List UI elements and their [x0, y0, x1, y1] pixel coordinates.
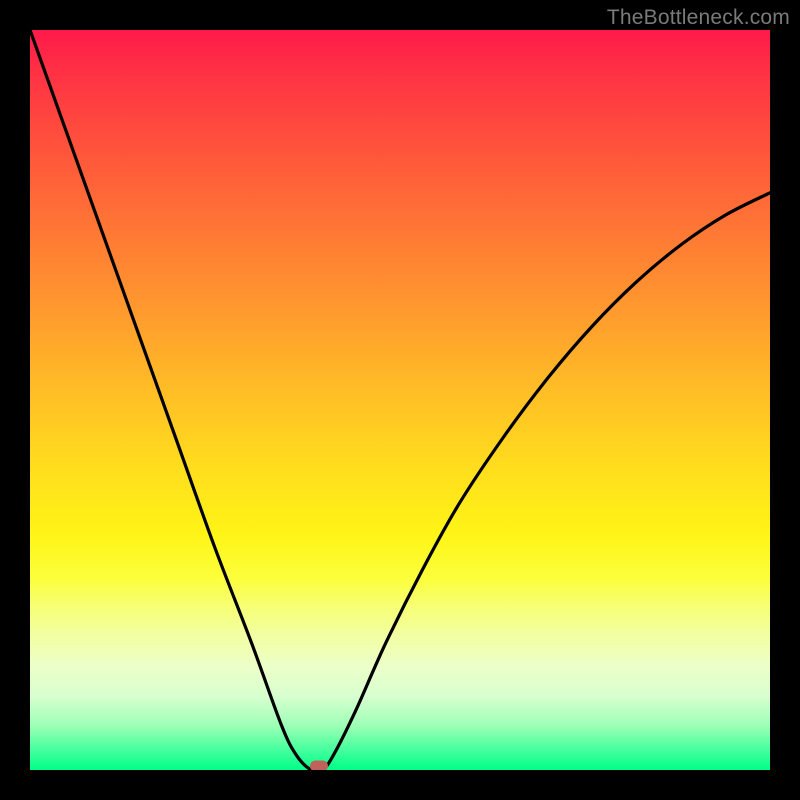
curve-svg — [30, 30, 770, 770]
optimal-marker — [310, 761, 328, 770]
bottleneck-curve — [30, 30, 770, 770]
chart-frame: TheBottleneck.com — [0, 0, 800, 800]
watermark-text: TheBottleneck.com — [607, 6, 790, 30]
plot-area — [30, 30, 770, 770]
